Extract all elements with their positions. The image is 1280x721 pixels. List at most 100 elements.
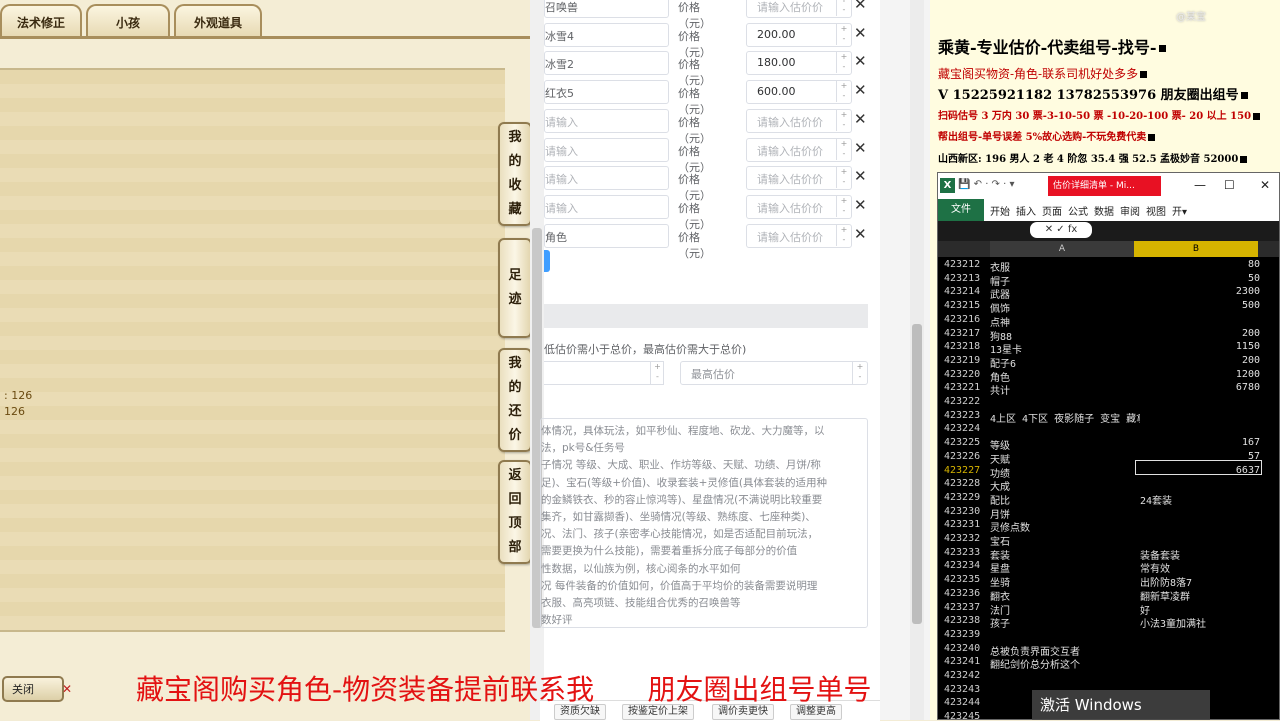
spin-down-icon[interactable]: - xyxy=(843,206,846,215)
spin-down-icon[interactable]: - xyxy=(843,91,846,100)
row-number[interactable]: 423223 xyxy=(944,410,990,421)
spin-up-icon[interactable]: + xyxy=(841,24,848,33)
sheet-row[interactable]: 423215 佩饰 500 xyxy=(944,300,1260,315)
delete-row-icon[interactable]: ✕ xyxy=(854,0,867,13)
row-number[interactable]: 423221 xyxy=(944,382,990,393)
row-number[interactable]: 423220 xyxy=(944,369,990,380)
row-number[interactable]: 423232 xyxy=(944,533,990,544)
item-name-input[interactable]: 请输入 xyxy=(544,166,669,190)
sheet-row[interactable]: 423242 xyxy=(944,670,1260,684)
sheet-row[interactable]: 423230 月饼 xyxy=(944,506,1260,521)
row-number[interactable]: 423235 xyxy=(944,574,990,585)
sheet-row[interactable]: 423220 角色 1200 xyxy=(944,369,1260,384)
page-scrollbar-thumb[interactable] xyxy=(912,324,922,624)
spin-down-icon[interactable]: - xyxy=(843,149,846,158)
spin-up-icon[interactable]: + xyxy=(841,52,848,61)
row-number[interactable]: 423242 xyxy=(944,670,990,681)
item-name-input[interactable]: 请输入 xyxy=(544,109,669,133)
tab-page[interactable]: 页面 xyxy=(1042,203,1062,218)
cell-b[interactable]: 1150 xyxy=(1140,341,1260,352)
min-price-input[interactable] xyxy=(544,361,664,385)
cell-b[interactable]: 167 xyxy=(1140,437,1260,448)
row-number[interactable]: 423243 xyxy=(944,684,990,695)
max-price-stepper[interactable]: + - xyxy=(852,362,867,384)
tab-insert[interactable]: 插入 xyxy=(1016,203,1036,218)
row-number[interactable]: 423236 xyxy=(944,588,990,599)
sheet-row[interactable]: 4232234上区 4下区 夜影随子 变宝 藏拿宝宝齐全 xyxy=(944,410,1260,425)
sheet-row[interactable]: 423234 星盘 常有效 xyxy=(944,560,1260,575)
sheet-row[interactable]: 423241 翻纪剑价总分析这个 xyxy=(944,656,1260,671)
tab-formula[interactable]: 公式 xyxy=(1068,203,1088,218)
row-number[interactable]: 423240 xyxy=(944,643,990,654)
spin-down-icon[interactable]: - xyxy=(843,235,846,244)
back-to-top-button[interactable]: 返 回 顶 部 xyxy=(498,460,530,564)
row-number[interactable]: 423241 xyxy=(944,656,990,667)
item-name-input[interactable]: 红衣5 xyxy=(544,80,669,104)
row-number[interactable]: 423225 xyxy=(944,437,990,448)
sheet-row[interactable]: 423233 套装 装备套装 xyxy=(944,547,1260,562)
delete-row-icon[interactable]: ✕ xyxy=(854,52,867,70)
close-button[interactable]: 关闭 xyxy=(2,676,64,702)
spin-down-icon[interactable]: - xyxy=(843,34,846,43)
row-number[interactable]: 423213 xyxy=(944,273,990,284)
item-name-input[interactable]: 召唤兽 xyxy=(544,0,669,18)
row-number[interactable]: 423237 xyxy=(944,602,990,613)
tab-view[interactable]: 视图 xyxy=(1146,203,1166,218)
row-number[interactable]: 423234 xyxy=(944,560,990,571)
cell-b[interactable]: 200 xyxy=(1140,355,1260,366)
price-stepper[interactable]: +- xyxy=(836,110,851,131)
column-header-a[interactable]: A xyxy=(990,241,1134,257)
cell-b[interactable]: 6780 xyxy=(1140,382,1260,393)
row-number[interactable]: 423228 xyxy=(944,478,990,489)
item-name-input[interactable]: 冰雪2 xyxy=(544,51,669,75)
delete-row-icon[interactable]: ✕ xyxy=(854,196,867,214)
minimize-icon[interactable]: — xyxy=(1194,178,1206,192)
column-header-b[interactable]: B xyxy=(1134,241,1258,257)
delete-row-icon[interactable]: ✕ xyxy=(854,110,867,128)
formula-buttons[interactable]: ✕ ✓ fx xyxy=(1030,222,1092,238)
sheet-row[interactable]: 423236 翻衣 翻新草凌群 xyxy=(944,588,1260,603)
min-price-stepper[interactable]: + - xyxy=(650,362,664,384)
price-stepper[interactable]: +- xyxy=(836,24,851,45)
sheet-row[interactable]: 423213 帽子 50 xyxy=(944,273,1260,288)
my-counter-offer-button[interactable]: 我 的 还 价 xyxy=(498,348,530,452)
row-number[interactable]: 423215 xyxy=(944,300,990,311)
item-name-input[interactable]: 冰雪4 xyxy=(544,23,669,47)
price-stepper[interactable]: +- xyxy=(836,81,851,102)
sheet-row[interactable]: 423224 xyxy=(944,423,1260,437)
my-favorites-button[interactable]: 我 的 收 藏 xyxy=(498,122,530,226)
spin-down-icon[interactable]: - xyxy=(656,372,659,381)
sheet-row[interactable]: 423235 坐骑 出阶防8落7 xyxy=(944,574,1260,589)
row-number[interactable]: 423212 xyxy=(944,259,990,270)
tab-more[interactable]: 开▾ xyxy=(1172,203,1187,218)
spin-up-icon[interactable]: + xyxy=(841,0,848,4)
cell-b[interactable]: 200 xyxy=(1140,328,1260,339)
row-number[interactable]: 423233 xyxy=(944,547,990,558)
row-number[interactable]: 423239 xyxy=(944,629,990,640)
price-stepper[interactable]: +- xyxy=(836,52,851,73)
delete-row-icon[interactable]: ✕ xyxy=(854,225,867,243)
row-number[interactable]: 423214 xyxy=(944,286,990,297)
cell-b[interactable]: 500 xyxy=(1140,300,1260,311)
delete-row-icon[interactable]: ✕ xyxy=(854,167,867,185)
spin-down-icon[interactable]: - xyxy=(843,62,846,71)
sheet-row[interactable]: 423228 大成 xyxy=(944,478,1260,493)
row-number[interactable]: 423230 xyxy=(944,506,990,517)
tab-spell-fix[interactable]: 法术修正 xyxy=(0,4,82,38)
cell-b[interactable]: 2300 xyxy=(1140,286,1260,297)
sheet-row[interactable]: 423239 xyxy=(944,629,1260,643)
sheet-row[interactable]: 423237 法门好 xyxy=(944,602,1260,617)
row-number[interactable]: 423231 xyxy=(944,519,990,530)
delete-row-icon[interactable]: ✕ xyxy=(854,139,867,157)
price-stepper[interactable]: +- xyxy=(836,196,851,217)
sheet-row[interactable]: 423222 xyxy=(944,396,1260,410)
price-stepper[interactable]: +- xyxy=(836,139,851,160)
tab-home[interactable]: 开始 xyxy=(990,203,1010,218)
item-name-input[interactable]: 角色 xyxy=(544,224,669,248)
row-number[interactable]: 423219 xyxy=(944,355,990,366)
sheet-row[interactable]: 423240 总被负责界面交互者 xyxy=(944,643,1260,658)
sheet-row[interactable]: 423231 灵修点数 xyxy=(944,519,1260,534)
sheet-row[interactable]: 423225 等级 167 xyxy=(944,437,1260,452)
row-number[interactable]: 423227 xyxy=(944,465,990,476)
maximize-icon[interactable]: ☐ xyxy=(1224,178,1235,192)
